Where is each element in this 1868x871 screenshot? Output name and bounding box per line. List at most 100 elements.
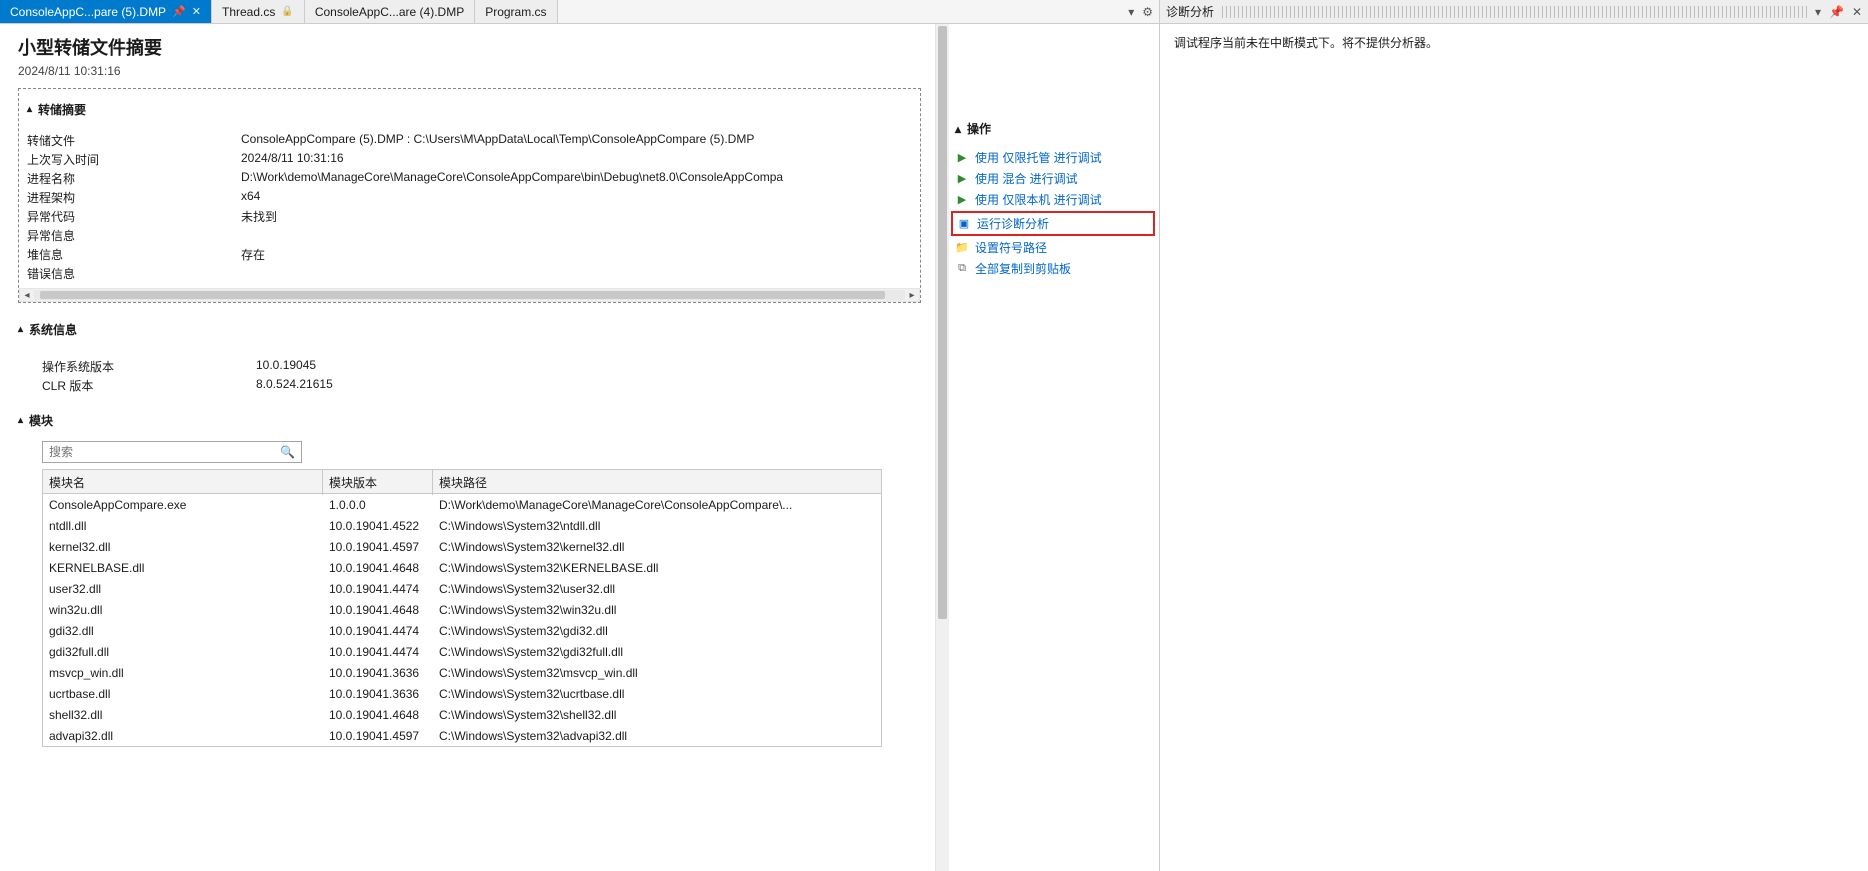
modules-search[interactable]: 🔍 xyxy=(42,441,302,463)
panel-dropdown-icon[interactable]: ▾ xyxy=(1815,5,1821,19)
tab-3[interactable]: Program.cs xyxy=(475,0,557,23)
action-5[interactable]: ⧉ 全部复制到剪贴板 xyxy=(955,258,1151,279)
cell-path: C:\Windows\System32\KERNELBASE.dll xyxy=(433,559,881,577)
label-process-name: 进程名称 xyxy=(27,170,227,187)
table-row[interactable]: advapi32.dll10.0.19041.4597C:\Windows\Sy… xyxy=(43,725,881,746)
value-process-name: D:\Work\demo\ManageCore\ManageCore\Conso… xyxy=(241,170,912,187)
lock-icon: 🔒 xyxy=(281,6,293,17)
diag-icon: ▣ xyxy=(957,217,971,231)
cell-name: kernel32.dll xyxy=(43,538,323,556)
close-icon[interactable]: ✕ xyxy=(192,5,201,18)
dump-summary-header[interactable]: ▴ 转储摘要 xyxy=(27,97,912,122)
table-row[interactable]: gdi32.dll10.0.19041.4474C:\Windows\Syste… xyxy=(43,620,881,641)
chevron-up-icon: ▴ xyxy=(18,324,23,335)
cell-version: 10.0.19041.4522 xyxy=(323,517,433,535)
pin-icon[interactable]: 📌 xyxy=(1829,5,1844,19)
cell-version: 10.0.19041.4474 xyxy=(323,643,433,661)
cell-name: user32.dll xyxy=(43,580,323,598)
scroll-track[interactable] xyxy=(34,290,905,300)
editor-area: ConsoleAppC...pare (5).DMP📌✕Thread.cs🔒Co… xyxy=(0,0,1160,871)
value-arch: x64 xyxy=(241,189,912,206)
actions-header[interactable]: ▴ 操作 xyxy=(955,120,1151,137)
table-row[interactable]: msvcp_win.dll10.0.19041.3636C:\Windows\S… xyxy=(43,662,881,683)
action-1[interactable]: ▶ 使用 混合 进行调试 xyxy=(955,168,1151,189)
cell-path: C:\Windows\System32\gdi32full.dll xyxy=(433,643,881,661)
col-module-name[interactable]: 模块名 xyxy=(43,470,323,495)
gear-icon[interactable]: ⚙ xyxy=(1142,5,1153,19)
cell-version: 1.0.0.0 xyxy=(323,496,433,514)
page-title: 小型转储文件摘要 xyxy=(18,34,921,60)
vscroll-thumb[interactable] xyxy=(938,26,947,619)
box-icon: 📁 xyxy=(955,241,969,255)
cell-path: C:\Windows\System32\msvcp_win.dll xyxy=(433,664,881,682)
cell-version: 10.0.19041.4648 xyxy=(323,706,433,724)
dump-hscrollbar[interactable]: ◂ ▸ xyxy=(19,288,920,302)
chevron-up-icon: ▴ xyxy=(27,104,32,115)
action-label: 全部复制到剪贴板 xyxy=(975,260,1071,277)
table-row[interactable]: win32u.dll10.0.19041.4648C:\Windows\Syst… xyxy=(43,599,881,620)
play-icon: ▶ xyxy=(955,151,969,165)
search-icon[interactable]: 🔍 xyxy=(274,445,301,459)
table-row[interactable]: KERNELBASE.dll10.0.19041.4648C:\Windows\… xyxy=(43,557,881,578)
value-dump-file: ConsoleAppCompare (5).DMP : C:\Users\M\A… xyxy=(241,132,912,149)
cell-path: C:\Windows\System32\user32.dll xyxy=(433,580,881,598)
value-exc-code: 未找到 xyxy=(241,208,912,225)
sysinfo-header[interactable]: ▴ 系统信息 xyxy=(18,317,921,342)
close-icon[interactable]: ✕ xyxy=(1852,5,1862,19)
cell-version: 10.0.19041.4474 xyxy=(323,622,433,640)
value-exc-info xyxy=(241,227,912,244)
table-row[interactable]: ucrtbase.dll10.0.19041.3636C:\Windows\Sy… xyxy=(43,683,881,704)
table-row[interactable]: gdi32full.dll10.0.19041.4474C:\Windows\S… xyxy=(43,641,881,662)
cell-name: gdi32.dll xyxy=(43,622,323,640)
modules-table-head: 模块名 模块版本 模块路径 xyxy=(43,470,881,494)
cell-version: 10.0.19041.4597 xyxy=(323,727,433,745)
tab-overflow-icon[interactable]: ▾ xyxy=(1128,5,1134,19)
scroll-left-icon[interactable]: ◂ xyxy=(20,290,34,301)
action-label: 使用 混合 进行调试 xyxy=(975,170,1078,187)
table-row[interactable]: ConsoleAppCompare.exe1.0.0.0D:\Work\demo… xyxy=(43,494,881,515)
action-0[interactable]: ▶ 使用 仅限托管 进行调试 xyxy=(955,147,1151,168)
search-input[interactable] xyxy=(43,442,274,462)
cell-name: ucrtbase.dll xyxy=(43,685,323,703)
cell-path: C:\Windows\System32\gdi32.dll xyxy=(433,622,881,640)
dump-summary-label: 转储摘要 xyxy=(38,101,86,118)
cell-name: ntdll.dll xyxy=(43,517,323,535)
play-icon: ▶ xyxy=(955,172,969,186)
cell-name: gdi32full.dll xyxy=(43,643,323,661)
table-row[interactable]: shell32.dll10.0.19041.4648C:\Windows\Sys… xyxy=(43,704,881,725)
cell-path: C:\Windows\System32\ucrtbase.dll xyxy=(433,685,881,703)
cell-version: 10.0.19041.4648 xyxy=(323,559,433,577)
doc-vscrollbar[interactable] xyxy=(935,24,949,871)
diagnostics-message: 调试程序当前未在中断模式下。将不提供分析器。 xyxy=(1174,34,1854,51)
cell-path: C:\Windows\System32\ntdll.dll xyxy=(433,517,881,535)
copy-icon: ⧉ xyxy=(955,262,969,276)
cell-name: advapi32.dll xyxy=(43,727,323,745)
table-row[interactable]: kernel32.dll10.0.19041.4597C:\Windows\Sy… xyxy=(43,536,881,557)
action-label: 使用 仅限托管 进行调试 xyxy=(975,149,1102,166)
modules-label: 模块 xyxy=(29,412,53,429)
tab-label: Thread.cs xyxy=(222,5,275,19)
tab-0[interactable]: ConsoleAppC...pare (5).DMP📌✕ xyxy=(0,0,212,23)
col-module-path[interactable]: 模块路径 xyxy=(433,470,881,495)
value-clr: 8.0.524.21615 xyxy=(256,377,921,394)
scroll-right-icon[interactable]: ▸ xyxy=(905,290,919,301)
action-label: 设置符号路径 xyxy=(975,239,1047,256)
cell-version: 10.0.19041.4648 xyxy=(323,601,433,619)
action-4[interactable]: 📁 设置符号路径 xyxy=(955,237,1151,258)
table-row[interactable]: ntdll.dll10.0.19041.4522C:\Windows\Syste… xyxy=(43,515,881,536)
cell-version: 10.0.19041.3636 xyxy=(323,685,433,703)
col-module-version[interactable]: 模块版本 xyxy=(323,470,433,495)
modules-header[interactable]: ▴ 模块 xyxy=(18,408,921,433)
tab-2[interactable]: ConsoleAppC...are (4).DMP xyxy=(305,0,475,23)
tab-strip: ConsoleAppC...pare (5).DMP📌✕Thread.cs🔒Co… xyxy=(0,0,1159,24)
value-err xyxy=(241,265,912,282)
panel-grip[interactable] xyxy=(1222,6,1807,18)
tab-label: Program.cs xyxy=(485,5,546,19)
action-2[interactable]: ▶使用 仅限本机 进行调试 xyxy=(955,189,1151,210)
pin-icon[interactable]: 📌 xyxy=(172,5,186,18)
scroll-thumb[interactable] xyxy=(40,291,885,299)
chevron-up-icon: ▴ xyxy=(955,122,961,136)
tab-1[interactable]: Thread.cs 🔒 xyxy=(212,0,305,23)
table-row[interactable]: user32.dll10.0.19041.4474C:\Windows\Syst… xyxy=(43,578,881,599)
action-3[interactable]: ▣运行诊断分析 xyxy=(951,211,1155,236)
